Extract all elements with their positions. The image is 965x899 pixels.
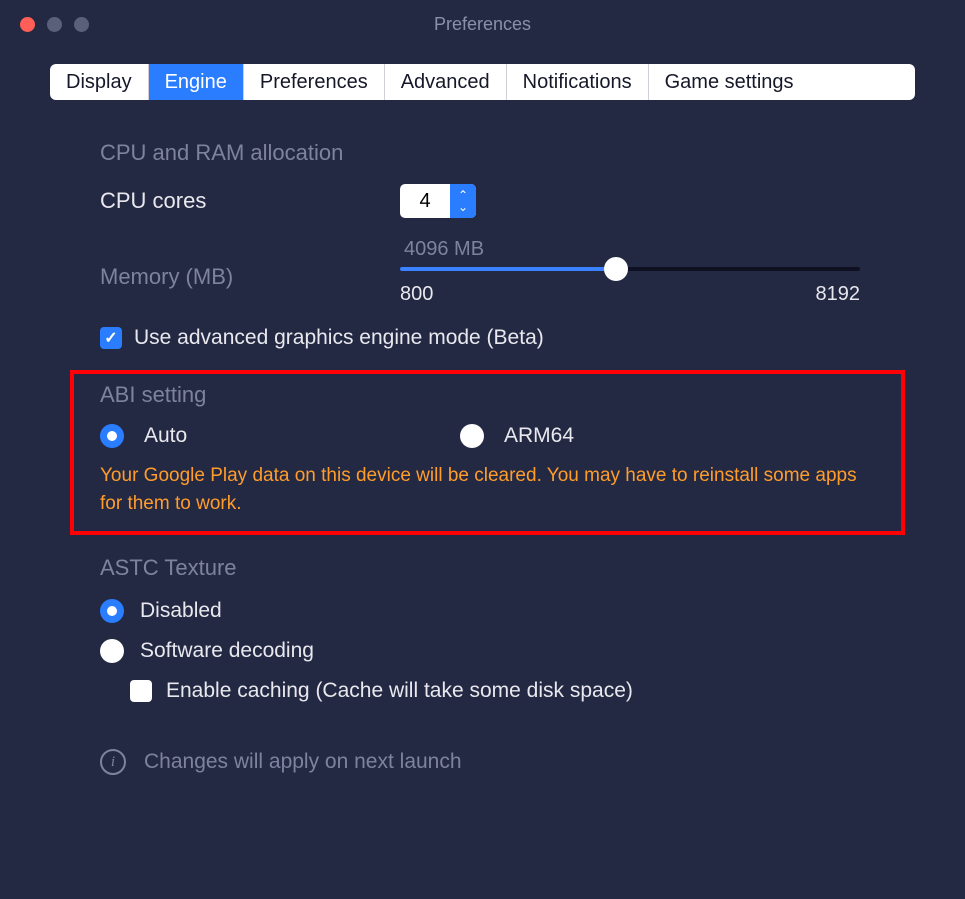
advanced-graphics-checkbox-row[interactable]: ✓ Use advanced graphics engine mode (Bet… — [100, 326, 865, 350]
cpu-cores-stepper[interactable]: 4 ⌃ ⌄ — [400, 184, 476, 218]
abi-option-arm64[interactable]: ARM64 — [460, 424, 574, 448]
advanced-graphics-label: Use advanced graphics engine mode (Beta) — [134, 326, 544, 350]
close-window-button[interactable] — [20, 17, 35, 32]
astc-caching-checkbox-row[interactable]: Enable caching (Cache will take some dis… — [130, 679, 865, 703]
chevron-down-icon: ⌄ — [458, 202, 468, 212]
memory-slider-fill — [400, 267, 616, 271]
cpu-cores-step-buttons[interactable]: ⌃ ⌄ — [450, 184, 476, 218]
memory-max: 8192 — [816, 283, 861, 306]
section-astc-title: ASTC Texture — [100, 555, 865, 581]
abi-option-auto[interactable]: Auto — [100, 424, 400, 448]
traffic-lights — [20, 17, 89, 32]
check-icon: ✓ — [104, 328, 117, 348]
memory-min: 800 — [400, 283, 433, 306]
memory-readout: 4096 MB — [404, 238, 865, 261]
chevron-up-icon: ⌃ — [458, 190, 468, 200]
abi-warning: Your Google Play data on this device wil… — [100, 462, 875, 517]
astc-option-software[interactable]: Software decoding — [100, 639, 865, 663]
memory-slider-thumb[interactable] — [604, 257, 628, 281]
radio-arm64[interactable] — [460, 424, 484, 448]
minimize-window-button[interactable] — [47, 17, 62, 32]
info-icon: i — [100, 749, 126, 775]
abi-highlight-box: ABI setting Auto ARM64 Your Google Play … — [70, 370, 905, 535]
preferences-tabs: Display Engine Preferences Advanced Noti… — [50, 64, 915, 100]
zoom-window-button[interactable] — [74, 17, 89, 32]
radio-astc-software[interactable] — [100, 639, 124, 663]
astc-disabled-label: Disabled — [140, 599, 222, 623]
tab-advanced[interactable]: Advanced — [385, 64, 507, 100]
tab-preferences[interactable]: Preferences — [244, 64, 385, 100]
astc-option-disabled[interactable]: Disabled — [100, 599, 865, 623]
tab-game-settings[interactable]: Game settings — [649, 64, 810, 100]
titlebar: Preferences — [0, 0, 965, 48]
cpu-cores-label: CPU cores — [100, 188, 400, 214]
memory-slider[interactable] — [400, 267, 860, 271]
abi-arm64-label: ARM64 — [504, 424, 574, 448]
changes-info: i Changes will apply on next launch — [100, 749, 865, 775]
radio-astc-disabled[interactable] — [100, 599, 124, 623]
radio-auto[interactable] — [100, 424, 124, 448]
abi-auto-label: Auto — [144, 424, 187, 448]
changes-info-text: Changes will apply on next launch — [144, 750, 462, 774]
memory-scale: 800 8192 — [400, 283, 860, 306]
memory-label: Memory (MB) — [100, 238, 400, 290]
window-title: Preferences — [0, 14, 965, 35]
advanced-graphics-checkbox[interactable]: ✓ — [100, 327, 122, 349]
tab-notifications[interactable]: Notifications — [507, 64, 649, 100]
section-cpu-ram-title: CPU and RAM allocation — [100, 140, 865, 166]
cpu-cores-value: 4 — [400, 184, 450, 218]
tab-engine[interactable]: Engine — [149, 64, 244, 100]
astc-caching-label: Enable caching (Cache will take some dis… — [166, 679, 633, 703]
astc-caching-checkbox[interactable] — [130, 680, 152, 702]
astc-software-label: Software decoding — [140, 639, 314, 663]
section-abi-title: ABI setting — [100, 382, 875, 408]
tab-display[interactable]: Display — [50, 64, 149, 100]
